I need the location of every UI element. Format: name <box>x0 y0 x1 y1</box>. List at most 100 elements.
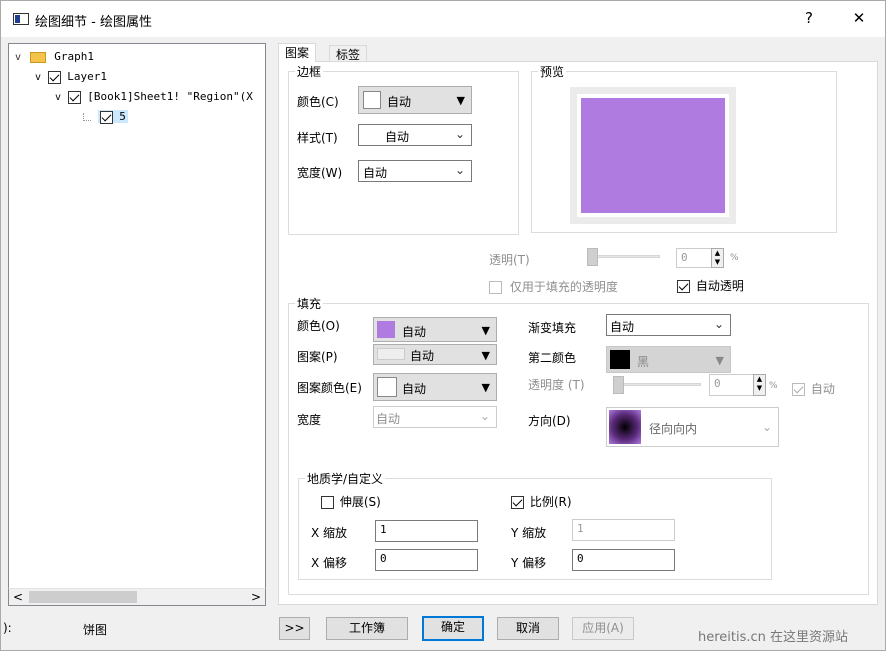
plot-type-label: ): <box>3 621 12 635</box>
transparency-slider-thumb[interactable] <box>587 248 598 266</box>
fill-color-value: 自动 <box>402 325 427 339</box>
chevron-down-icon: ⌄ <box>454 127 465 141</box>
dialog-window: 绘图细节 - 绘图属性 ? ✕ v Graph1 v Layer1 v [Boo… <box>0 0 886 651</box>
app-icon <box>13 13 29 25</box>
pattern-color-value: 自动 <box>402 382 427 396</box>
scroll-left-icon[interactable]: < <box>13 590 23 604</box>
scale-label: 比例(R) <box>529 495 572 509</box>
chevron-down-icon[interactable]: v <box>15 52 21 63</box>
gradient-fill-label: 渐变填充 <box>528 321 577 335</box>
pattern-color-dropdown[interactable]: 自动 ▼ <box>373 373 497 401</box>
expand-button[interactable]: >> <box>279 617 310 640</box>
workbook-button[interactable]: 工作簿 <box>326 617 408 640</box>
fill-pattern-label: 图案(P) <box>297 350 338 364</box>
fill-only-transparency-label: 仅用于填充的透明度 <box>509 280 618 294</box>
auto-transparency-label: 自动透明 <box>695 279 744 293</box>
chevron-down-icon: ⌄ <box>761 420 772 434</box>
stretch-checkbox[interactable]: 伸展(S) <box>321 493 381 510</box>
chevron-down-icon: ▼ <box>456 94 465 107</box>
tree-checkbox[interactable] <box>47 70 61 84</box>
chevron-down-icon[interactable]: v <box>35 72 41 83</box>
border-width-label: 宽度(W) <box>297 166 343 180</box>
chevron-down-icon: ⌄ <box>479 409 490 423</box>
scroll-right-icon[interactable]: > <box>251 590 261 604</box>
color-swatch <box>363 91 381 109</box>
second-color-dropdown[interactable]: 黑 ▼ <box>606 346 731 373</box>
gradient-fill-dropdown[interactable]: 自动 ⌄ <box>606 314 731 336</box>
auto-transparency-checkbox[interactable]: 自动透明 <box>677 277 744 294</box>
opacity-slider-thumb[interactable] <box>613 376 624 394</box>
stretch-label: 伸展(S) <box>339 495 381 509</box>
fill-color-label: 颜色(O) <box>297 319 340 333</box>
border-style-dropdown[interactable]: 自动 ⌄ <box>358 124 472 146</box>
fill-group-title: 填充 <box>295 295 324 312</box>
fill-only-transparency-checkbox[interactable]: 仅用于填充的透明度 <box>489 278 618 295</box>
border-width-dropdown[interactable]: 自动 ⌄ <box>358 160 472 182</box>
tree-connector <box>83 113 91 121</box>
ok-button[interactable]: 确定 <box>422 616 484 641</box>
gradient-fill-value: 自动 <box>610 320 635 334</box>
tree-item-dataplot[interactable]: v [Book1]Sheet1! "Region"(X <box>55 88 253 106</box>
tree-item-label: [Book1]Sheet1! "Region"(X <box>87 90 253 103</box>
tree-item-point[interactable]: 5 <box>83 108 128 126</box>
chevron-down-icon: ▼ <box>481 349 490 362</box>
window-title: 绘图细节 - 绘图属性 <box>35 15 152 30</box>
y-scale-input[interactable]: 1 <box>572 519 675 541</box>
scale-checkbox[interactable]: 比例(R) <box>511 493 572 510</box>
opacity-auto-label: 自动 <box>810 382 835 396</box>
direction-label: 方向(D) <box>528 414 571 428</box>
help-button[interactable]: ? <box>797 9 821 27</box>
second-color-label: 第二颜色 <box>528 351 577 365</box>
gradient-preview <box>609 410 641 444</box>
opacity-auto-checkbox[interactable]: 自动 <box>792 380 835 397</box>
tree-item-label: Layer1 <box>67 70 108 83</box>
x-offset-input[interactable]: 0 <box>375 549 478 571</box>
object-tree[interactable]: v Graph1 v Layer1 v [Book1]Sheet1! "Regi… <box>8 43 266 606</box>
border-width-value: 自动 <box>363 166 388 180</box>
tab-pattern[interactable]: 图案 <box>278 43 317 62</box>
scrollbar-thumb[interactable] <box>29 591 137 603</box>
transparency-spinner[interactable]: ▲ ▼ <box>711 248 724 268</box>
tree-horizontal-scrollbar[interactable]: < > <box>8 588 266 606</box>
border-color-dropdown[interactable]: 自动 ▼ <box>358 86 472 114</box>
transparency-input[interactable]: 0 <box>676 248 714 268</box>
direction-dropdown[interactable]: 径向向内 ⌄ <box>606 407 779 447</box>
border-color-value: 自动 <box>387 95 412 109</box>
fill-color-dropdown[interactable]: 自动 ▼ <box>373 317 497 342</box>
x-offset-label: X 偏移 <box>311 556 348 570</box>
opacity-label: 透明度 (T) <box>528 378 585 392</box>
x-scale-input[interactable]: 1 <box>375 520 478 542</box>
transparency-label: 透明(T) <box>489 253 530 267</box>
checkbox-box[interactable] <box>511 496 524 509</box>
checkbox-box[interactable] <box>677 280 690 293</box>
y-offset-label: Y 偏移 <box>511 556 547 570</box>
pattern-swatch <box>377 348 405 360</box>
fill-width-dropdown[interactable]: 自动 ⌄ <box>373 406 497 428</box>
checkbox-box[interactable] <box>489 281 502 294</box>
preview-frame <box>570 87 736 224</box>
tree-item-layer[interactable]: v Layer1 <box>35 68 107 86</box>
direction-value: 径向向内 <box>649 422 698 436</box>
border-style-value: 自动 <box>385 130 410 144</box>
chevron-down-icon: ▼ <box>715 354 724 367</box>
chevron-down-icon[interactable]: v <box>55 92 61 103</box>
opacity-spinner[interactable]: ▲ ▼ <box>753 374 766 396</box>
border-color-label: 颜色(C) <box>297 95 339 109</box>
preview-fill <box>581 98 725 213</box>
y-offset-input[interactable]: 0 <box>572 549 675 571</box>
apply-button[interactable]: 应用(A) <box>572 617 634 640</box>
fill-pattern-dropdown[interactable]: 自动 ▼ <box>373 344 497 365</box>
checkbox-box[interactable] <box>792 383 805 396</box>
tree-checkbox[interactable] <box>99 110 113 124</box>
cancel-button[interactable]: 取消 <box>497 617 559 640</box>
opacity-input[interactable]: 0 <box>709 374 755 396</box>
opacity-unit: % <box>769 381 778 391</box>
tree-item-label: 5 <box>119 110 126 123</box>
title-bar: 绘图细节 - 绘图属性 ? ✕ <box>1 1 885 37</box>
tree-item-graph[interactable]: v Graph1 <box>15 48 94 66</box>
border-group-title: 边框 <box>295 63 324 80</box>
checkbox-box[interactable] <box>321 496 334 509</box>
close-button[interactable]: ✕ <box>847 9 871 27</box>
tree-checkbox[interactable] <box>67 90 81 104</box>
pattern-color-label: 图案颜色(E) <box>297 381 362 395</box>
